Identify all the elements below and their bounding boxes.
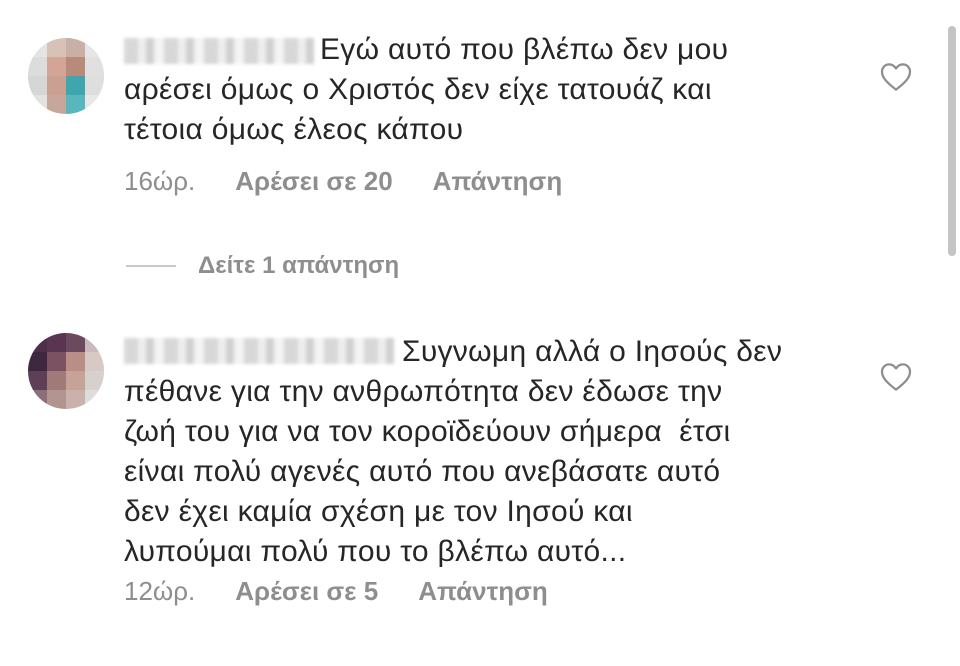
comment-timestamp: 16ώρ. — [124, 166, 196, 196]
reply-button[interactable]: Απάντηση — [418, 576, 548, 607]
heart-outline-icon[interactable] — [880, 62, 912, 92]
replies-divider-line — [126, 265, 176, 267]
scrollbar[interactable] — [948, 26, 956, 256]
likes-count-button[interactable]: Αρέσει σε 5 — [235, 576, 378, 607]
comment-meta: 12ώρ. Αρέσει σε 5 Απάντηση — [124, 576, 548, 607]
comment-text: Εγώ αυτό που βλέπω δεν μου αρέσει όμως ο… — [124, 33, 729, 146]
reply-button[interactable]: Απάντηση — [433, 166, 563, 197]
likes-count-button[interactable]: Αρέσει σε 20 — [235, 166, 392, 197]
comment-timestamp: 12ώρ. — [124, 576, 196, 606]
view-replies-label: Δείτε 1 απάντηση — [198, 252, 400, 279]
heart-outline-icon[interactable] — [880, 362, 912, 392]
view-replies-button[interactable]: Δείτε 1 απάντηση — [126, 252, 399, 280]
avatar[interactable] — [28, 38, 104, 114]
comment-meta: 16ώρ. Αρέσει σε 20 Απάντηση — [124, 166, 562, 197]
avatar[interactable] — [28, 333, 104, 409]
comment-text: Συγνωμη αλλά ο Ιησούς δεν πέθανε για την… — [124, 335, 783, 568]
